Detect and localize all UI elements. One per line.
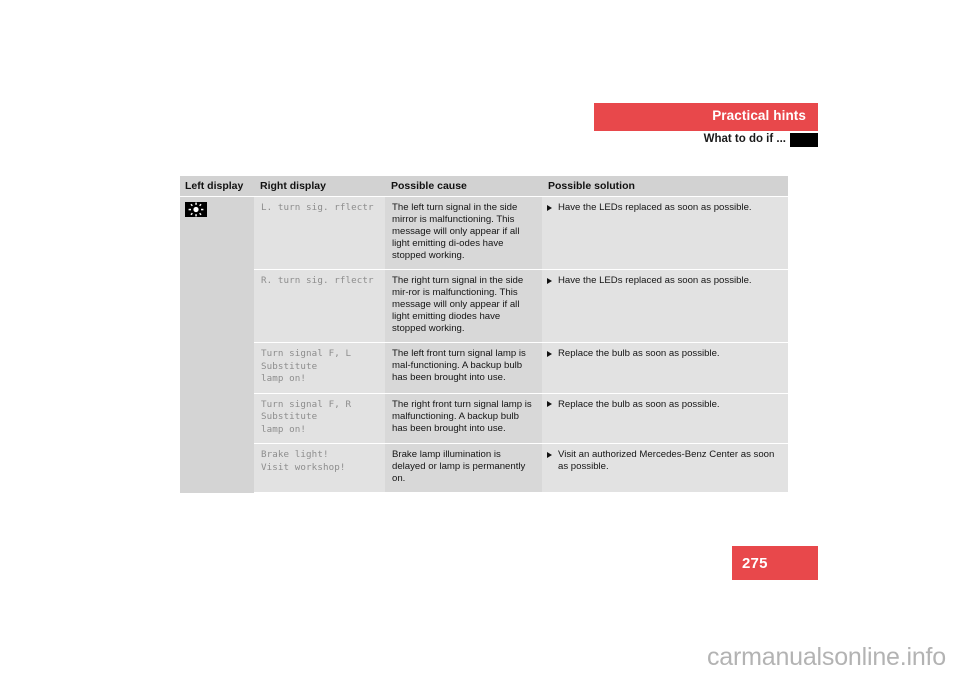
possible-solution-text: Have the LEDs replaced as soon as possib…	[558, 275, 752, 286]
possible-solution-cell: Replace the bulb as soon as possible.	[542, 342, 788, 394]
subheader-row: What to do if ...	[480, 133, 818, 149]
table-row: Brake light! Visit workshop! Brake lamp …	[180, 443, 788, 493]
table-body: L. turn sig. rflectr The left turn signa…	[180, 196, 788, 493]
right-display-text: Brake light! Visit workshop!	[254, 443, 385, 493]
bullet-triangle-icon	[547, 277, 552, 284]
possible-solution-cell: Have the LEDs replaced as soon as possib…	[542, 269, 788, 343]
table-header: Left display Right display Possible caus…	[180, 176, 788, 197]
possible-solution-cell: Have the LEDs replaced as soon as possib…	[542, 196, 788, 270]
page-header: Practical hints What to do if ...	[0, 0, 960, 160]
page-number-badge: 275	[732, 546, 818, 580]
possible-solution-cell: Visit an authorized Mercedes-Benz Center…	[542, 443, 788, 493]
possible-cause-text: The right turn signal in the side mir-ro…	[385, 269, 542, 343]
possible-solution-text: Have the LEDs replaced as soon as possib…	[558, 202, 752, 213]
possible-cause-text: The left turn signal in the side mirror …	[385, 196, 542, 270]
right-display-text: R. turn sig. rflectr	[254, 269, 385, 343]
table-row: Turn signal F, L Substitute lamp on! The…	[180, 342, 788, 394]
right-display-text: Turn signal F, L Substitute lamp on!	[254, 342, 385, 394]
section-tab-marker	[790, 133, 818, 147]
possible-cause-text: The right front turn signal lamp is malf…	[385, 393, 542, 444]
column-header-left-display: Left display	[180, 176, 254, 197]
table-row: L. turn sig. rflectr The left turn signa…	[180, 196, 788, 493]
hints-table-container: Left display Right display Possible caus…	[180, 176, 788, 493]
column-header-right-display: Right display	[254, 176, 385, 197]
possible-solution-text: Replace the bulb as soon as possible.	[558, 398, 720, 410]
possible-cause-text: Brake lamp illumination is delayed or la…	[385, 443, 542, 493]
warning-lamp-icon	[185, 202, 207, 217]
right-display-text: Turn signal F, R Substitute lamp on!	[254, 393, 385, 444]
column-header-possible-cause: Possible cause	[385, 176, 542, 197]
possible-solution-cell: Replace the bulb as soon as possible.	[542, 393, 788, 444]
possible-cause-text: The left front turn signal lamp is mal-f…	[385, 342, 542, 394]
bullet-triangle-icon	[547, 350, 552, 357]
page-number-text: 275	[742, 555, 768, 572]
table-header-row: Left display Right display Possible caus…	[180, 176, 788, 197]
banner-title: Practical hints	[712, 108, 806, 123]
subheader-title: What to do if ...	[703, 133, 786, 145]
possible-solution-text: Replace the bulb as soon as possible.	[558, 348, 720, 359]
right-display-text: L. turn sig. rflectr	[254, 196, 385, 270]
table-row: R. turn sig. rflectr The right turn sign…	[180, 269, 788, 343]
possible-solution-text: Visit an authorized Mercedes-Benz Center…	[558, 449, 775, 472]
bullet-triangle-icon	[547, 401, 552, 408]
watermark-text: carmanualsonline.info	[706, 643, 946, 671]
column-header-possible-solution: Possible solution	[542, 176, 788, 197]
table-row: Turn signal F, R Substitute lamp on! The…	[180, 393, 788, 444]
bullet-triangle-icon	[547, 204, 552, 211]
bullet-triangle-icon	[547, 451, 552, 458]
hints-table: Left display Right display Possible caus…	[180, 176, 788, 493]
left-display-cell	[180, 196, 254, 493]
practical-hints-banner: Practical hints	[594, 103, 818, 131]
